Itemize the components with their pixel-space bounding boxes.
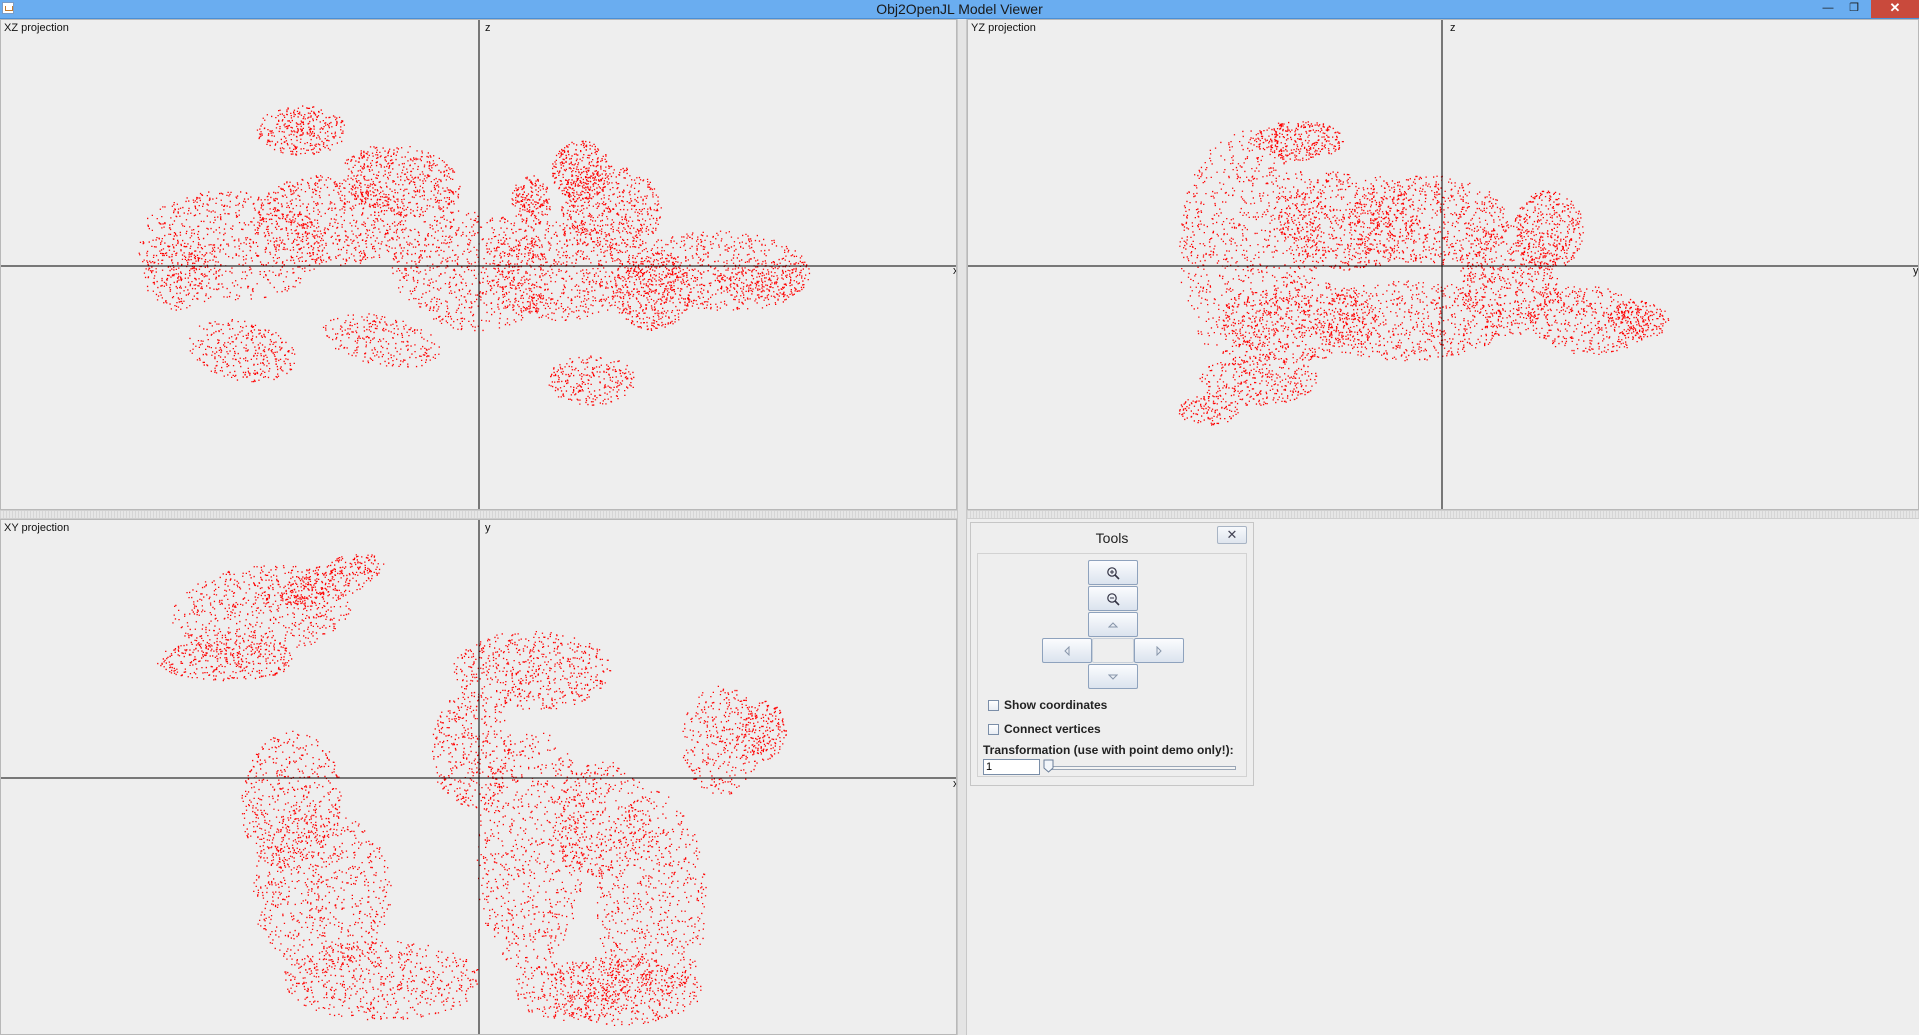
yz-vertical-axis-label: z [1450,22,1456,34]
maximize-button[interactable]: ❐ [1841,0,1867,18]
yz-point-cloud [1178,121,1670,426]
xy-axes [1,520,956,1034]
arrow-up-icon [1108,621,1118,627]
xz-projection-label: XZ projection [4,22,69,34]
tools-close-button[interactable]: ✕ [1217,526,1247,544]
zoom-out-button[interactable] [1088,586,1138,611]
move-up-button[interactable] [1088,612,1138,637]
xz-point-cloud [138,105,811,406]
xz-projection-canvas [1,20,956,509]
window-title: Obj2OpenJL Model Viewer [876,1,1043,17]
xz-vertical-axis-label: z [485,22,491,34]
transformation-slider-thumb[interactable] [1043,759,1054,773]
xy-projection-canvas [1,520,956,1034]
connect-vertices-label: Connect vertices [1004,722,1101,736]
transformation-input[interactable] [983,759,1040,775]
show-coordinates-checkbox[interactable]: Show coordinates [988,698,1107,712]
move-right-button[interactable] [1134,638,1184,663]
yz-projection-label: YZ projection [971,22,1036,34]
xz-axes [1,20,956,509]
arrow-left-icon [1064,645,1070,656]
zoom-out-icon [1107,592,1120,606]
close-button[interactable]: ✕ [1871,0,1919,18]
xy-projection-panel[interactable]: XY projection y x [0,519,957,1035]
xy-projection-label: XY projection [4,522,70,534]
vertical-splitter[interactable] [957,19,967,1035]
transformation-label: Transformation (use with point demo only… [983,743,1234,757]
xy-point-cloud [157,554,788,1026]
left-horizontal-splitter[interactable] [0,510,957,519]
yz-projection-canvas [968,20,1918,509]
title-bar: Obj2OpenJL Model Viewer — ❐ ✕ [0,0,1919,19]
arrow-right-icon [1156,645,1162,656]
connect-vertices-box[interactable] [988,724,999,735]
tools-title: Tools [1095,530,1129,546]
xz-projection-panel[interactable]: XZ projection z x [0,19,957,510]
center-button[interactable] [1092,638,1134,663]
arrow-down-icon [1108,674,1118,680]
yz-projection-panel[interactable]: YZ projection z y [967,19,1919,510]
connect-vertices-checkbox[interactable]: Connect vertices [988,722,1101,736]
show-coordinates-box[interactable] [988,700,999,711]
show-coordinates-label: Show coordinates [1004,698,1108,712]
tools-panel: Tools ✕ Show coordinates Connect vertice… [970,522,1254,786]
yz-axes [968,20,1918,509]
move-down-button[interactable] [1088,664,1138,689]
move-left-button[interactable] [1042,638,1092,663]
transformation-slider-track[interactable] [1046,766,1236,770]
yz-horizontal-axis-label: y [1913,265,1919,277]
zoom-in-icon [1107,566,1120,580]
zoom-in-button[interactable] [1088,560,1138,585]
xy-vertical-axis-label: y [485,522,491,534]
minimize-button[interactable]: — [1815,0,1841,18]
right-horizontal-splitter[interactable] [967,510,1919,519]
tools-content: Show coordinates Connect vertices Transf… [977,553,1247,777]
